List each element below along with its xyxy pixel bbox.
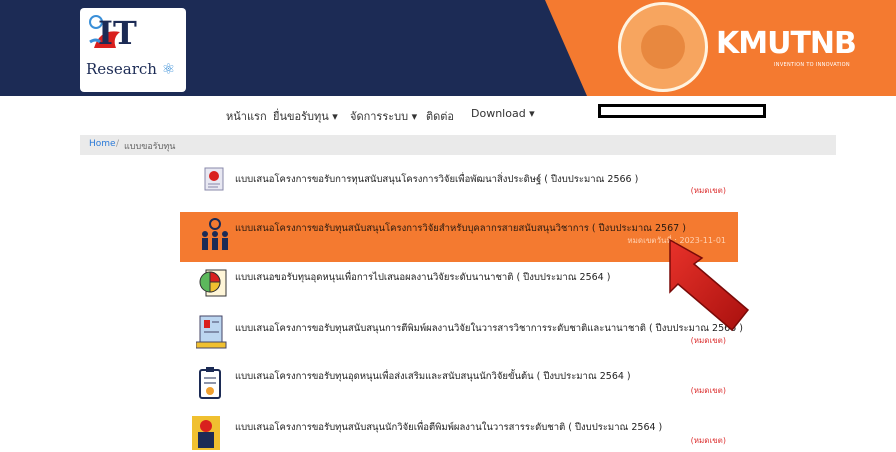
list-item[interactable]: แบบเสนอโครงการขอรับทุนอุดหนุนเพื่อส่งเสร… bbox=[180, 362, 738, 408]
clipboard-checklist-icon bbox=[199, 367, 221, 399]
nav-admin-dropdown[interactable]: จัดการระบบ ▾ bbox=[350, 107, 417, 125]
list-item-status: (หมดเขต) bbox=[690, 436, 726, 445]
university-seal bbox=[618, 2, 708, 92]
list-item[interactable]: แบบเสนอโครงการขอรับทุนสนับสนุนนักวิจัยเพ… bbox=[180, 410, 738, 451]
nav-contact[interactable]: ติดต่อ bbox=[426, 107, 454, 125]
logo-research-text: Research ⚛ bbox=[86, 60, 176, 78]
nav-download-dropdown[interactable]: Download ▾ bbox=[471, 107, 535, 120]
breadcrumb-separator: / bbox=[116, 139, 120, 149]
publication-icon bbox=[196, 315, 227, 349]
breadcrumb-current: แบบขอรับทุน bbox=[124, 142, 176, 152]
seal-emblem bbox=[641, 25, 685, 69]
pie-chart-document-icon bbox=[199, 269, 227, 297]
nav-home[interactable]: หน้าแรก bbox=[226, 107, 267, 125]
list-item-status: (หมดเขต) bbox=[690, 386, 726, 395]
list-item-title[interactable]: แบบเสนอโครงการขอรับทุนสนับสนุนนักวิจัยเพ… bbox=[235, 420, 662, 435]
list-item-title[interactable]: แบบเสนอโครงการขอรับทุนอุดหนุนเพื่อส่งเสร… bbox=[235, 369, 631, 384]
list-item-title[interactable]: แบบเสนอโครงการขอรับทุนสนับสนุนโครงการวิจ… bbox=[235, 221, 686, 236]
list-item-title[interactable]: แบบเสนอขอรับทุนอุดหนุนเพื่อการไปเสนอผลงา… bbox=[235, 270, 610, 285]
researcher-book-icon bbox=[192, 416, 220, 450]
breadcrumb-home[interactable]: Home bbox=[89, 139, 116, 149]
list-item-status: (หมดเขต) bbox=[690, 186, 726, 195]
kmutnb-tagline: INVENTION TO INNOVATION bbox=[774, 62, 850, 68]
breadcrumb: Home / แบบขอรับทุน bbox=[80, 135, 836, 155]
atom-icon: ⚛ bbox=[161, 60, 176, 78]
logo-it-text: IT bbox=[98, 14, 137, 52]
list-item-title[interactable]: แบบเสนอโครงการขอรับการทุนสนับสนุนโครงการ… bbox=[235, 172, 638, 187]
annotation-arrow-icon bbox=[669, 238, 750, 332]
redaction-box bbox=[598, 104, 766, 118]
team-gear-icon bbox=[202, 218, 228, 250]
kmutnb-logo: KMUTNB bbox=[716, 26, 857, 61]
document-gear-icon bbox=[204, 167, 224, 191]
list-item[interactable]: แบบเสนอโครงการขอรับการทุนสนับสนุนโครงการ… bbox=[180, 162, 738, 208]
nav-apply-dropdown[interactable]: ยื่นขอรับทุน ▾ bbox=[273, 107, 338, 125]
